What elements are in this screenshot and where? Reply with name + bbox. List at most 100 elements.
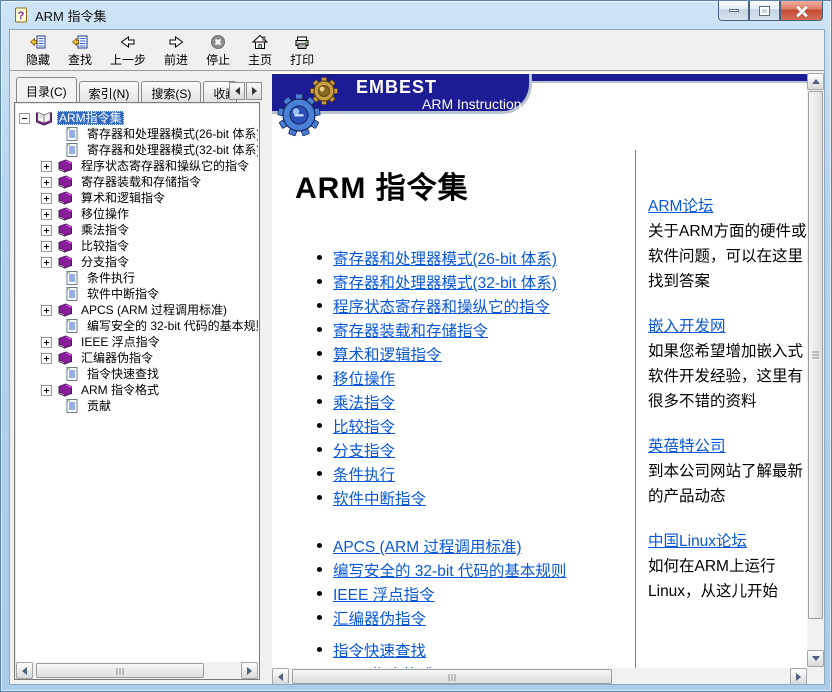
- topic-link[interactable]: 寄存器和处理器模式(32-bit 体系): [333, 275, 557, 292]
- topic-link[interactable]: 乘法指令: [333, 395, 395, 412]
- topic-link[interactable]: 软件中断指令: [333, 491, 426, 508]
- tree-item[interactable]: 贡献: [16, 398, 258, 414]
- tree-item[interactable]: 乘法指令: [16, 222, 258, 238]
- tree-item-label[interactable]: 汇编器伪指令: [79, 351, 155, 365]
- tree-item[interactable]: 寄存器和处理器模式(26-bit 体系): [16, 126, 258, 142]
- tree-item[interactable]: 软件中断指令: [16, 286, 258, 302]
- tree-item-label[interactable]: 指令快速查找: [85, 367, 161, 381]
- related-link[interactable]: 中国Linux论坛: [648, 533, 747, 550]
- scrollbar-thumb[interactable]: [808, 91, 823, 619]
- tree-horizontal-scrollbar[interactable]: [16, 662, 258, 679]
- tree-item[interactable]: 指令快速查找: [16, 366, 258, 382]
- topic-horizontal-scrollbar[interactable]: [272, 668, 807, 684]
- scroll-right-button[interactable]: [790, 668, 807, 684]
- expand-plus-box[interactable]: [41, 305, 52, 316]
- tab-scroll-right-button[interactable]: [246, 82, 262, 100]
- tree-item-label[interactable]: ARM指令集: [57, 111, 124, 125]
- tree-item-label[interactable]: 编写安全的 32-bit 代码的基本规则: [85, 319, 258, 333]
- tree-item-label[interactable]: 比较指令: [79, 239, 131, 253]
- related-link[interactable]: 英蓓特公司: [648, 438, 726, 455]
- expand-plus-box[interactable]: [41, 193, 52, 204]
- tree-item[interactable]: ARM指令集: [16, 110, 258, 126]
- home-button[interactable]: 主页: [240, 32, 280, 70]
- topic-link[interactable]: 算术和逻辑指令: [333, 347, 442, 364]
- topic-link[interactable]: 移位操作: [333, 371, 395, 388]
- tab-scroll-left-button[interactable]: [229, 82, 245, 100]
- tree-item[interactable]: 寄存器和处理器模式(32-bit 体系): [16, 142, 258, 158]
- scroll-left-button[interactable]: [16, 662, 33, 679]
- tree-item[interactable]: 程序状态寄存器和操纵它的指令: [16, 158, 258, 174]
- expand-plus-box[interactable]: [41, 257, 52, 268]
- tree-item[interactable]: 分支指令: [16, 254, 258, 270]
- scrollbar-thumb[interactable]: [292, 669, 612, 684]
- tree-item[interactable]: 寄存器装载和存储指令: [16, 174, 258, 190]
- scroll-up-button[interactable]: [807, 73, 824, 90]
- topic-vertical-scrollbar[interactable]: [807, 72, 824, 668]
- related-link[interactable]: ARM论坛: [648, 198, 713, 215]
- tab-contents[interactable]: 目录(C): [16, 77, 77, 102]
- tree-item-label[interactable]: 程序状态寄存器和操纵它的指令: [79, 159, 251, 173]
- hide-button[interactable]: 隐藏: [18, 32, 58, 70]
- tree-item[interactable]: APCS (ARM 过程调用标准): [16, 302, 258, 318]
- topic-link[interactable]: 分支指令: [333, 443, 395, 460]
- expand-plus-box[interactable]: [41, 225, 52, 236]
- tree-item[interactable]: 算术和逻辑指令: [16, 190, 258, 206]
- topic-link[interactable]: 寄存器装载和存储指令: [333, 323, 488, 340]
- topic-link[interactable]: 程序状态寄存器和操纵它的指令: [333, 299, 550, 316]
- scroll-right-button[interactable]: [241, 662, 258, 679]
- expand-plus-box[interactable]: [41, 241, 52, 252]
- topic-link[interactable]: 条件执行: [333, 467, 395, 484]
- locate-button[interactable]: 查找: [60, 32, 100, 70]
- tab-search[interactable]: 搜索(S): [141, 81, 201, 102]
- tree-item-label[interactable]: 寄存器和处理器模式(32-bit 体系): [85, 143, 258, 157]
- collapse-minus-box[interactable]: [19, 113, 30, 124]
- expand-plus-box[interactable]: [41, 337, 52, 348]
- tab-index[interactable]: 索引(N): [79, 81, 140, 102]
- topic-link[interactable]: IEEE 浮点指令: [333, 587, 435, 604]
- tree-item-label[interactable]: 软件中断指令: [85, 287, 161, 301]
- topic-link[interactable]: 指令快速查找: [333, 643, 426, 660]
- tree-item-label[interactable]: ARM 指令格式: [79, 383, 161, 397]
- related-link[interactable]: 嵌入开发网: [648, 318, 726, 335]
- pane-splitter[interactable]: [264, 72, 272, 684]
- stop-button[interactable]: 停止: [198, 32, 238, 70]
- expand-plus-box[interactable]: [41, 353, 52, 364]
- tree-item-label[interactable]: 移位操作: [79, 207, 131, 221]
- topic-link[interactable]: APCS (ARM 过程调用标准): [333, 539, 522, 556]
- back-button[interactable]: 上一步: [102, 32, 154, 70]
- tree-item[interactable]: 比较指令: [16, 238, 258, 254]
- tree-item[interactable]: 条件执行: [16, 270, 258, 286]
- topic-list-item: APCS (ARM 过程调用标准): [333, 535, 633, 559]
- tree-item-label[interactable]: 乘法指令: [79, 223, 131, 237]
- topic-link[interactable]: 编写安全的 32-bit 代码的基本规则: [333, 563, 566, 580]
- tree-item[interactable]: 移位操作: [16, 206, 258, 222]
- print-button[interactable]: 打印: [282, 32, 322, 70]
- tree-item-label[interactable]: 贡献: [85, 399, 113, 413]
- tree-item-label[interactable]: 算术和逻辑指令: [79, 191, 167, 205]
- tree-item[interactable]: ARM 指令格式: [16, 382, 258, 398]
- restore-button[interactable]: [749, 1, 780, 21]
- topic-link[interactable]: 比较指令: [333, 419, 395, 436]
- tree-item[interactable]: IEEE 浮点指令: [16, 334, 258, 350]
- expand-plus-box[interactable]: [41, 161, 52, 172]
- expand-plus-box[interactable]: [41, 209, 52, 220]
- scroll-left-button[interactable]: [272, 668, 289, 684]
- tree-item-label[interactable]: 条件执行: [85, 271, 137, 285]
- tree-item-label[interactable]: 分支指令: [79, 255, 131, 269]
- titlebar[interactable]: ? ARM 指令集: [1, 1, 832, 29]
- scrollbar-thumb[interactable]: [36, 663, 204, 678]
- tree-item-label[interactable]: IEEE 浮点指令: [79, 335, 162, 349]
- tree-item-label[interactable]: APCS (ARM 过程调用标准): [79, 303, 229, 317]
- close-button[interactable]: [780, 1, 823, 21]
- tree-item[interactable]: 汇编器伪指令: [16, 350, 258, 366]
- forward-button[interactable]: 前进: [156, 32, 196, 70]
- tree-item-label[interactable]: 寄存器和处理器模式(26-bit 体系): [85, 127, 258, 141]
- scroll-down-button[interactable]: [807, 650, 824, 667]
- expand-plus-box[interactable]: [41, 385, 52, 396]
- tree-item[interactable]: 编写安全的 32-bit 代码的基本规则: [16, 318, 258, 334]
- expand-plus-box[interactable]: [41, 177, 52, 188]
- topic-link[interactable]: 寄存器和处理器模式(26-bit 体系): [333, 251, 557, 268]
- topic-link[interactable]: 汇编器伪指令: [333, 611, 426, 628]
- minimize-button[interactable]: [718, 1, 749, 21]
- tree-item-label[interactable]: 寄存器装载和存储指令: [79, 175, 203, 189]
